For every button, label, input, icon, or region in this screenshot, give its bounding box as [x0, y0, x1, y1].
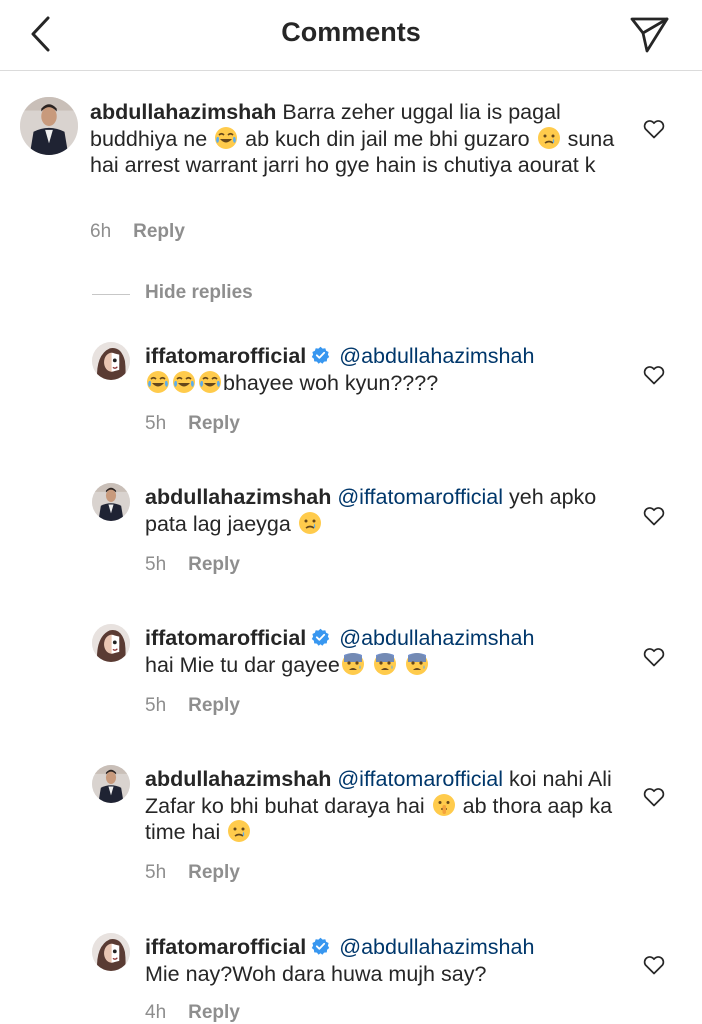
heart-icon[interactable]	[643, 955, 665, 975]
fearful-emoji-icon	[341, 652, 364, 675]
reply-text-part: hai Mie tu dar gayee	[145, 652, 340, 677]
joy-emoji-icon	[214, 125, 238, 150]
avatar[interactable]	[92, 483, 130, 521]
reply-username[interactable]: iffatomarofficial	[145, 344, 306, 368]
avatar[interactable]	[92, 765, 130, 803]
joy-emoji-icon	[146, 369, 170, 394]
timestamp: 5h	[145, 862, 167, 883]
paper-plane-icon[interactable]	[628, 14, 670, 54]
reply-button[interactable]: Reply	[133, 221, 185, 242]
reply-button[interactable]: Reply	[188, 1002, 240, 1023]
avatar[interactable]	[92, 624, 130, 662]
verified-badge-icon	[311, 628, 331, 647]
comment-username[interactable]: abdullahazimshah	[90, 100, 276, 124]
crying-emoji-icon	[298, 510, 322, 535]
mention-link[interactable]: @iffatomarofficial	[337, 767, 503, 791]
reply-username[interactable]: iffatomarofficial	[145, 626, 306, 650]
heart-icon[interactable]	[643, 365, 665, 385]
reply-meta: 5h Reply	[145, 413, 240, 435]
mention-link[interactable]: @iffatomarofficial	[337, 485, 503, 509]
hide-replies-label[interactable]: Hide replies	[145, 282, 253, 304]
crying-emoji-icon	[227, 819, 252, 843]
reply-text: iffatomarofficial @abdullahazimshah bhay…	[145, 343, 615, 396]
reply-button[interactable]: Reply	[188, 554, 240, 575]
timestamp: 5h	[145, 413, 167, 434]
mention-link[interactable]: @abdullahazimshah	[339, 344, 534, 368]
reply-meta: 4h Reply	[145, 1002, 240, 1024]
page-title: Comments	[281, 17, 421, 47]
reply-meta: 5h Reply	[145, 554, 240, 576]
fearful-emoji-icon	[373, 652, 396, 675]
fearful-emoji-icon	[405, 652, 428, 675]
reply-text: abdullahazimshah @iffatomarofficial yeh …	[145, 484, 615, 537]
verified-badge-icon	[311, 937, 331, 956]
reply-text-part: Mie nay?Woh dara huwa mujh say?	[145, 961, 487, 986]
reply-text-part: bhayee woh kyun????	[223, 370, 439, 395]
divider-line	[92, 294, 130, 295]
avatar[interactable]	[92, 342, 130, 380]
reply-username[interactable]: abdullahazimshah	[145, 485, 331, 509]
timestamp: 6h	[90, 221, 112, 242]
comment-text: abdullahazimshah Barra zeher uggal lia i…	[90, 99, 620, 179]
verified-badge-icon	[311, 346, 331, 365]
heart-icon[interactable]	[643, 787, 665, 807]
avatar[interactable]	[92, 933, 130, 971]
reply-text: iffatomarofficial @abdullahazimshah Mie …	[145, 934, 615, 987]
reply-username[interactable]: abdullahazimshah	[145, 767, 331, 791]
reply-meta: 5h Reply	[145, 695, 240, 717]
shushing-emoji-icon	[432, 793, 455, 816]
timestamp: 5h	[145, 554, 167, 575]
timestamp: 4h	[145, 1002, 167, 1023]
comment-text-part: ab kuch din jail me bhi guzaro	[245, 126, 530, 151]
comment-meta: 6h Reply	[90, 221, 185, 243]
crying-emoji-icon	[536, 125, 561, 150]
mention-link[interactable]: @abdullahazimshah	[339, 626, 534, 650]
heart-icon[interactable]	[643, 506, 665, 526]
reply-button[interactable]: Reply	[188, 695, 240, 716]
joy-emoji-icon	[198, 369, 222, 394]
reply-username[interactable]: iffatomarofficial	[145, 935, 306, 959]
reply-button[interactable]: Reply	[188, 862, 240, 883]
reply-meta: 5h Reply	[145, 862, 240, 884]
heart-icon[interactable]	[643, 647, 665, 667]
hide-replies-toggle[interactable]: Hide replies	[92, 280, 392, 308]
avatar[interactable]	[20, 97, 78, 155]
joy-emoji-icon	[172, 369, 196, 394]
reply-button[interactable]: Reply	[188, 413, 240, 434]
timestamp: 5h	[145, 695, 167, 716]
heart-icon[interactable]	[643, 119, 665, 139]
reply-text: abdullahazimshah @iffatomarofficial koi …	[145, 766, 615, 846]
reply-text: iffatomarofficial @abdullahazimshah hai …	[145, 625, 615, 678]
header-bar: Comments	[0, 0, 702, 71]
mention-link[interactable]: @abdullahazimshah	[339, 935, 534, 959]
